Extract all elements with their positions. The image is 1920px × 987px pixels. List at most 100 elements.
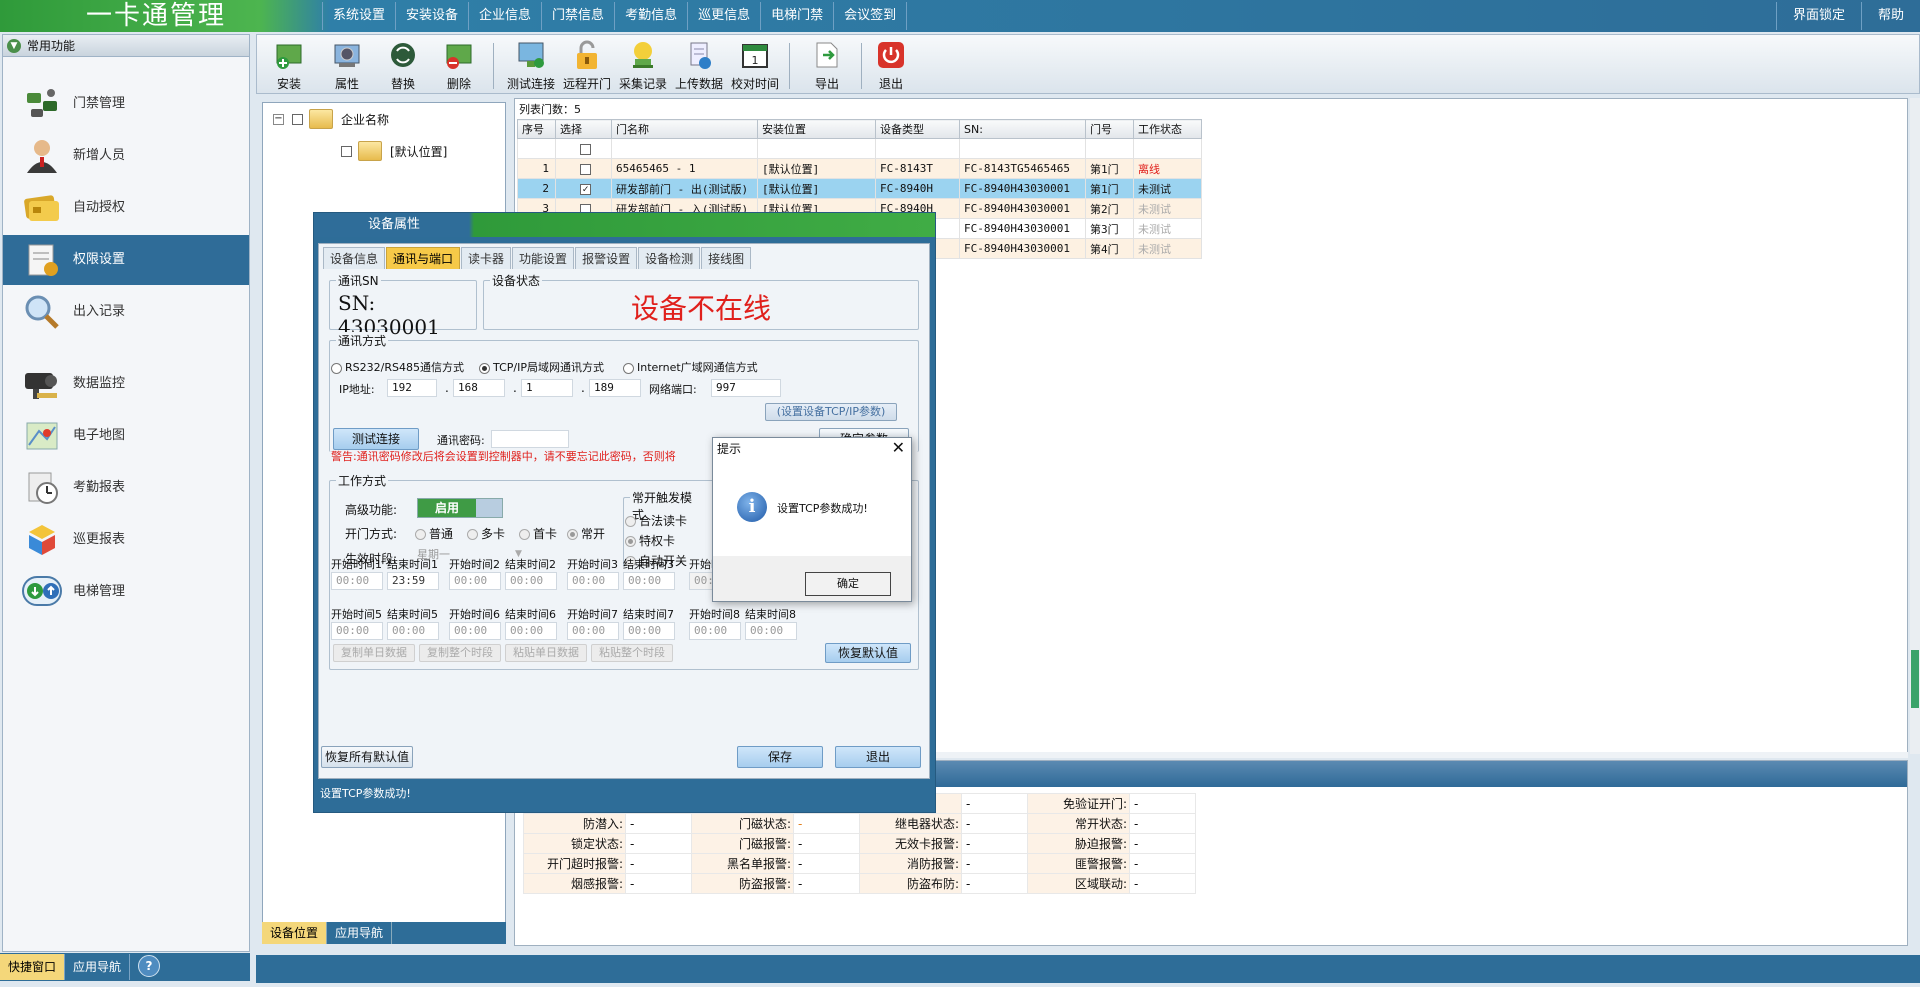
radio-rs232[interactable]: RS232/RS485通信方式: [331, 359, 464, 375]
tab-comm-port[interactable]: 通讯与端口: [386, 247, 461, 269]
tab-device-info[interactable]: 设备信息: [323, 247, 386, 269]
tree-checkbox[interactable]: [341, 145, 352, 157]
col-header[interactable]: 工作状态: [1133, 119, 1202, 139]
sidebar-item-attendance-report[interactable]: 考勤报表: [3, 463, 249, 513]
tab-device-location[interactable]: 设备位置: [262, 922, 328, 944]
time-field[interactable]: 00:00: [689, 622, 741, 640]
ip-octet-2[interactable]: 168: [453, 379, 505, 397]
radio-button[interactable]: [479, 362, 490, 374]
col-header[interactable]: 设备类型: [875, 119, 960, 139]
menu-meeting-signin[interactable]: 会议签到: [833, 2, 908, 30]
col-header[interactable]: 门名称: [611, 119, 758, 139]
sidebar-item-add-person[interactable]: 新增人员: [3, 131, 249, 181]
radio-internet[interactable]: Internet广域网通信方式: [623, 359, 758, 375]
tab-card-reader[interactable]: 读卡器: [461, 247, 512, 269]
time-field[interactable]: 00:00: [331, 572, 383, 590]
radio-button[interactable]: [625, 516, 636, 527]
radio-button[interactable]: [623, 362, 634, 374]
select-all-checkbox[interactable]: [580, 143, 591, 155]
menu-company-info[interactable]: 企业信息: [468, 2, 541, 30]
menu-patrol-info[interactable]: 巡更信息: [687, 2, 760, 30]
time-field[interactable]: 23:59: [387, 572, 439, 590]
install-button[interactable]: 安装: [261, 39, 317, 93]
sidebar-item-patrol-report[interactable]: 巡更报表: [3, 515, 249, 565]
table-row[interactable]: 2 ✓ 研发部前门 - 出(测试版) [默认位置] FC-8940H FC-8940H43…: [517, 178, 1202, 199]
time-field[interactable]: 00:00: [745, 622, 797, 640]
collect-records-button[interactable]: 采集记录: [615, 39, 671, 93]
sidebar-item-permission-settings[interactable]: 权限设置: [3, 235, 249, 285]
tree-collapse-icon[interactable]: −: [273, 113, 284, 125]
tree-node-default-location[interactable]: [默认位置]: [341, 141, 447, 161]
radio-tcpip[interactable]: TCP/IP局域网通讯方式: [479, 359, 604, 375]
time-field[interactable]: 00:00: [331, 622, 383, 640]
radio-open-firstcard[interactable]: 首卡: [519, 525, 557, 542]
close-icon[interactable]: ✕: [892, 438, 905, 458]
ok-button[interactable]: 确定: [805, 572, 891, 596]
menu-install-device[interactable]: 安装设备: [395, 2, 468, 30]
help-circle-icon[interactable]: ?: [138, 955, 161, 977]
ip-octet-1[interactable]: 192: [387, 379, 437, 397]
paste-single-day-button[interactable]: 粘贴单日数据: [505, 644, 587, 662]
radio-button[interactable]: [467, 529, 478, 540]
time-field[interactable]: 00:00: [505, 622, 557, 640]
replace-button[interactable]: 替换: [375, 39, 431, 93]
radio-open-normal[interactable]: 普通: [415, 525, 453, 542]
sidebar-item-door-access[interactable]: 门禁管理: [3, 79, 249, 129]
help-button[interactable]: 帮助: [1860, 2, 1920, 30]
test-connection-button[interactable]: 测试连接: [503, 39, 559, 93]
tab-device-check[interactable]: 设备检测: [638, 247, 701, 269]
sync-time-button[interactable]: 1 校对时间: [727, 39, 783, 93]
tab-function-settings[interactable]: 功能设置: [512, 247, 575, 269]
scrollbar-thumb[interactable]: [1911, 650, 1919, 708]
paste-whole-period-button[interactable]: 粘贴整个时段: [591, 644, 673, 662]
menu-system-settings[interactable]: 系统设置: [322, 2, 395, 30]
time-field[interactable]: 00:00: [449, 572, 501, 590]
upload-data-button[interactable]: 上传数据: [671, 39, 727, 93]
radio-button[interactable]: [567, 529, 578, 540]
table-row[interactable]: 1 65465465 - 1 [默认位置] FC-8143T FC-8143TG5465…: [517, 158, 1202, 179]
collapse-icon[interactable]: ▼: [7, 39, 21, 53]
ip-octet-4[interactable]: 189: [589, 379, 641, 397]
tab-alarm-settings[interactable]: 报警设置: [575, 247, 638, 269]
col-header[interactable]: 安装位置: [757, 119, 876, 139]
radio-open-multicard[interactable]: 多卡: [467, 525, 505, 542]
time-field[interactable]: 00:00: [623, 572, 675, 590]
port-field[interactable]: 997: [711, 379, 781, 397]
delete-button[interactable]: 删除: [431, 39, 487, 93]
copy-single-day-button[interactable]: 复制单日数据: [333, 644, 415, 662]
export-button[interactable]: 导出: [799, 39, 855, 93]
time-field[interactable]: 00:00: [567, 572, 619, 590]
set-tcp-params-button[interactable]: (设置设备TCP/IP参数): [765, 403, 897, 421]
radio-button[interactable]: [519, 529, 530, 540]
time-field[interactable]: 00:00: [623, 622, 675, 640]
radio-trigger-valid-card[interactable]: 合法读卡: [625, 512, 687, 529]
menu-access-info[interactable]: 门禁信息: [541, 2, 614, 30]
radio-trigger-privilege[interactable]: 特权卡: [625, 532, 675, 549]
remote-open-button[interactable]: 远程开门: [559, 39, 615, 93]
radio-button[interactable]: [415, 529, 426, 540]
ip-octet-3[interactable]: 1: [521, 379, 573, 397]
copy-whole-period-button[interactable]: 复制整个时段: [419, 644, 501, 662]
left-panel-header[interactable]: ▼ 常用功能: [3, 35, 249, 57]
tab-wiring-diagram[interactable]: 接线图: [701, 247, 752, 269]
col-header[interactable]: 选择: [555, 119, 612, 139]
tree-node-company[interactable]: − 企业名称: [273, 109, 389, 129]
radio-button[interactable]: [331, 362, 342, 374]
sidebar-item-elevator-manage[interactable]: 电梯管理: [3, 567, 249, 617]
dialog-title-bar[interactable]: 设备属性: [314, 213, 935, 237]
menu-attendance-info[interactable]: 考勤信息: [614, 2, 687, 30]
dialog-exit-button[interactable]: 退出: [835, 746, 921, 768]
sidebar-item-access-records[interactable]: 出入记录: [3, 287, 249, 337]
row-select-checkbox[interactable]: [580, 163, 591, 175]
tab-app-nav[interactable]: 应用导航: [327, 922, 393, 944]
time-field[interactable]: 00:00: [567, 622, 619, 640]
sidebar-item-e-map[interactable]: 电子地图: [3, 411, 249, 461]
time-field[interactable]: 00:00: [449, 622, 501, 640]
col-header[interactable]: SN:: [959, 119, 1086, 139]
time-field[interactable]: 00:00: [505, 572, 557, 590]
exit-button[interactable]: 退出: [863, 39, 919, 93]
sidebar-item-auto-authorize[interactable]: 自动授权: [3, 183, 249, 233]
advanced-toggle[interactable]: 启用: [417, 498, 503, 518]
col-header[interactable]: 序号: [517, 119, 556, 139]
tab-app-navigation[interactable]: 应用导航: [65, 954, 131, 980]
